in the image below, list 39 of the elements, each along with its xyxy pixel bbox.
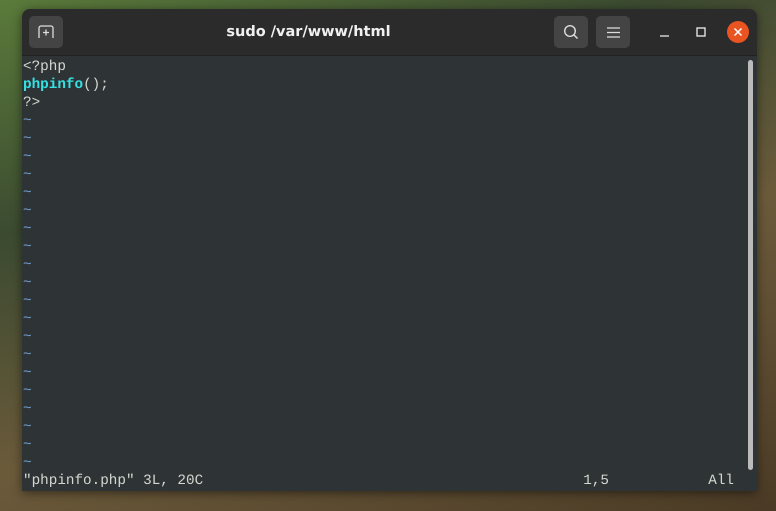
- empty-line-marker: ~: [23, 329, 32, 345]
- empty-line-marker: ~: [23, 437, 32, 453]
- status-message: "phpinfo.php" 3L, 20C: [23, 472, 204, 490]
- cursor-position: 1,5: [583, 472, 610, 490]
- empty-line-marker: ~: [23, 311, 32, 327]
- search-button[interactable]: [554, 16, 588, 48]
- empty-line-marker: ~: [23, 347, 32, 363]
- close-icon: [733, 27, 743, 37]
- empty-line-marker: ~: [23, 383, 32, 399]
- scrollbar[interactable]: [748, 60, 753, 470]
- minimize-icon: [660, 35, 668, 37]
- code-text: phpinfo: [23, 77, 84, 93]
- empty-line-marker: ~: [23, 275, 32, 291]
- empty-line-marker: ~: [23, 293, 32, 309]
- empty-line-marker: ~: [23, 239, 32, 255]
- empty-line-marker: ~: [23, 257, 32, 273]
- empty-line-marker: ~: [23, 167, 32, 183]
- empty-line-marker: ~: [23, 365, 32, 381]
- empty-line-marker: ~: [23, 221, 32, 237]
- code-text: <?php: [23, 59, 66, 75]
- empty-line-marker: ~: [23, 149, 32, 165]
- empty-line-marker: ~: [23, 113, 32, 129]
- menu-button[interactable]: [596, 16, 630, 48]
- window-title: sudo /var/www/html: [225, 24, 392, 40]
- empty-line-marker: ~: [23, 185, 32, 201]
- code-text: ();: [83, 77, 109, 93]
- close-button[interactable]: [727, 21, 749, 43]
- scroll-indicator: All: [708, 472, 734, 490]
- empty-line-marker: ~: [23, 203, 32, 219]
- search-icon: [563, 24, 579, 40]
- empty-line-marker: ~: [23, 455, 32, 471]
- empty-line-marker: ~: [23, 401, 32, 417]
- menu-icon: [606, 26, 620, 38]
- new-tab-icon: [38, 25, 54, 39]
- empty-line-marker: ~: [23, 419, 32, 435]
- code-text: ?>: [23, 95, 40, 111]
- empty-line-marker: ~: [23, 131, 32, 147]
- new-tab-button[interactable]: [29, 16, 63, 48]
- maximize-icon: [696, 27, 706, 37]
